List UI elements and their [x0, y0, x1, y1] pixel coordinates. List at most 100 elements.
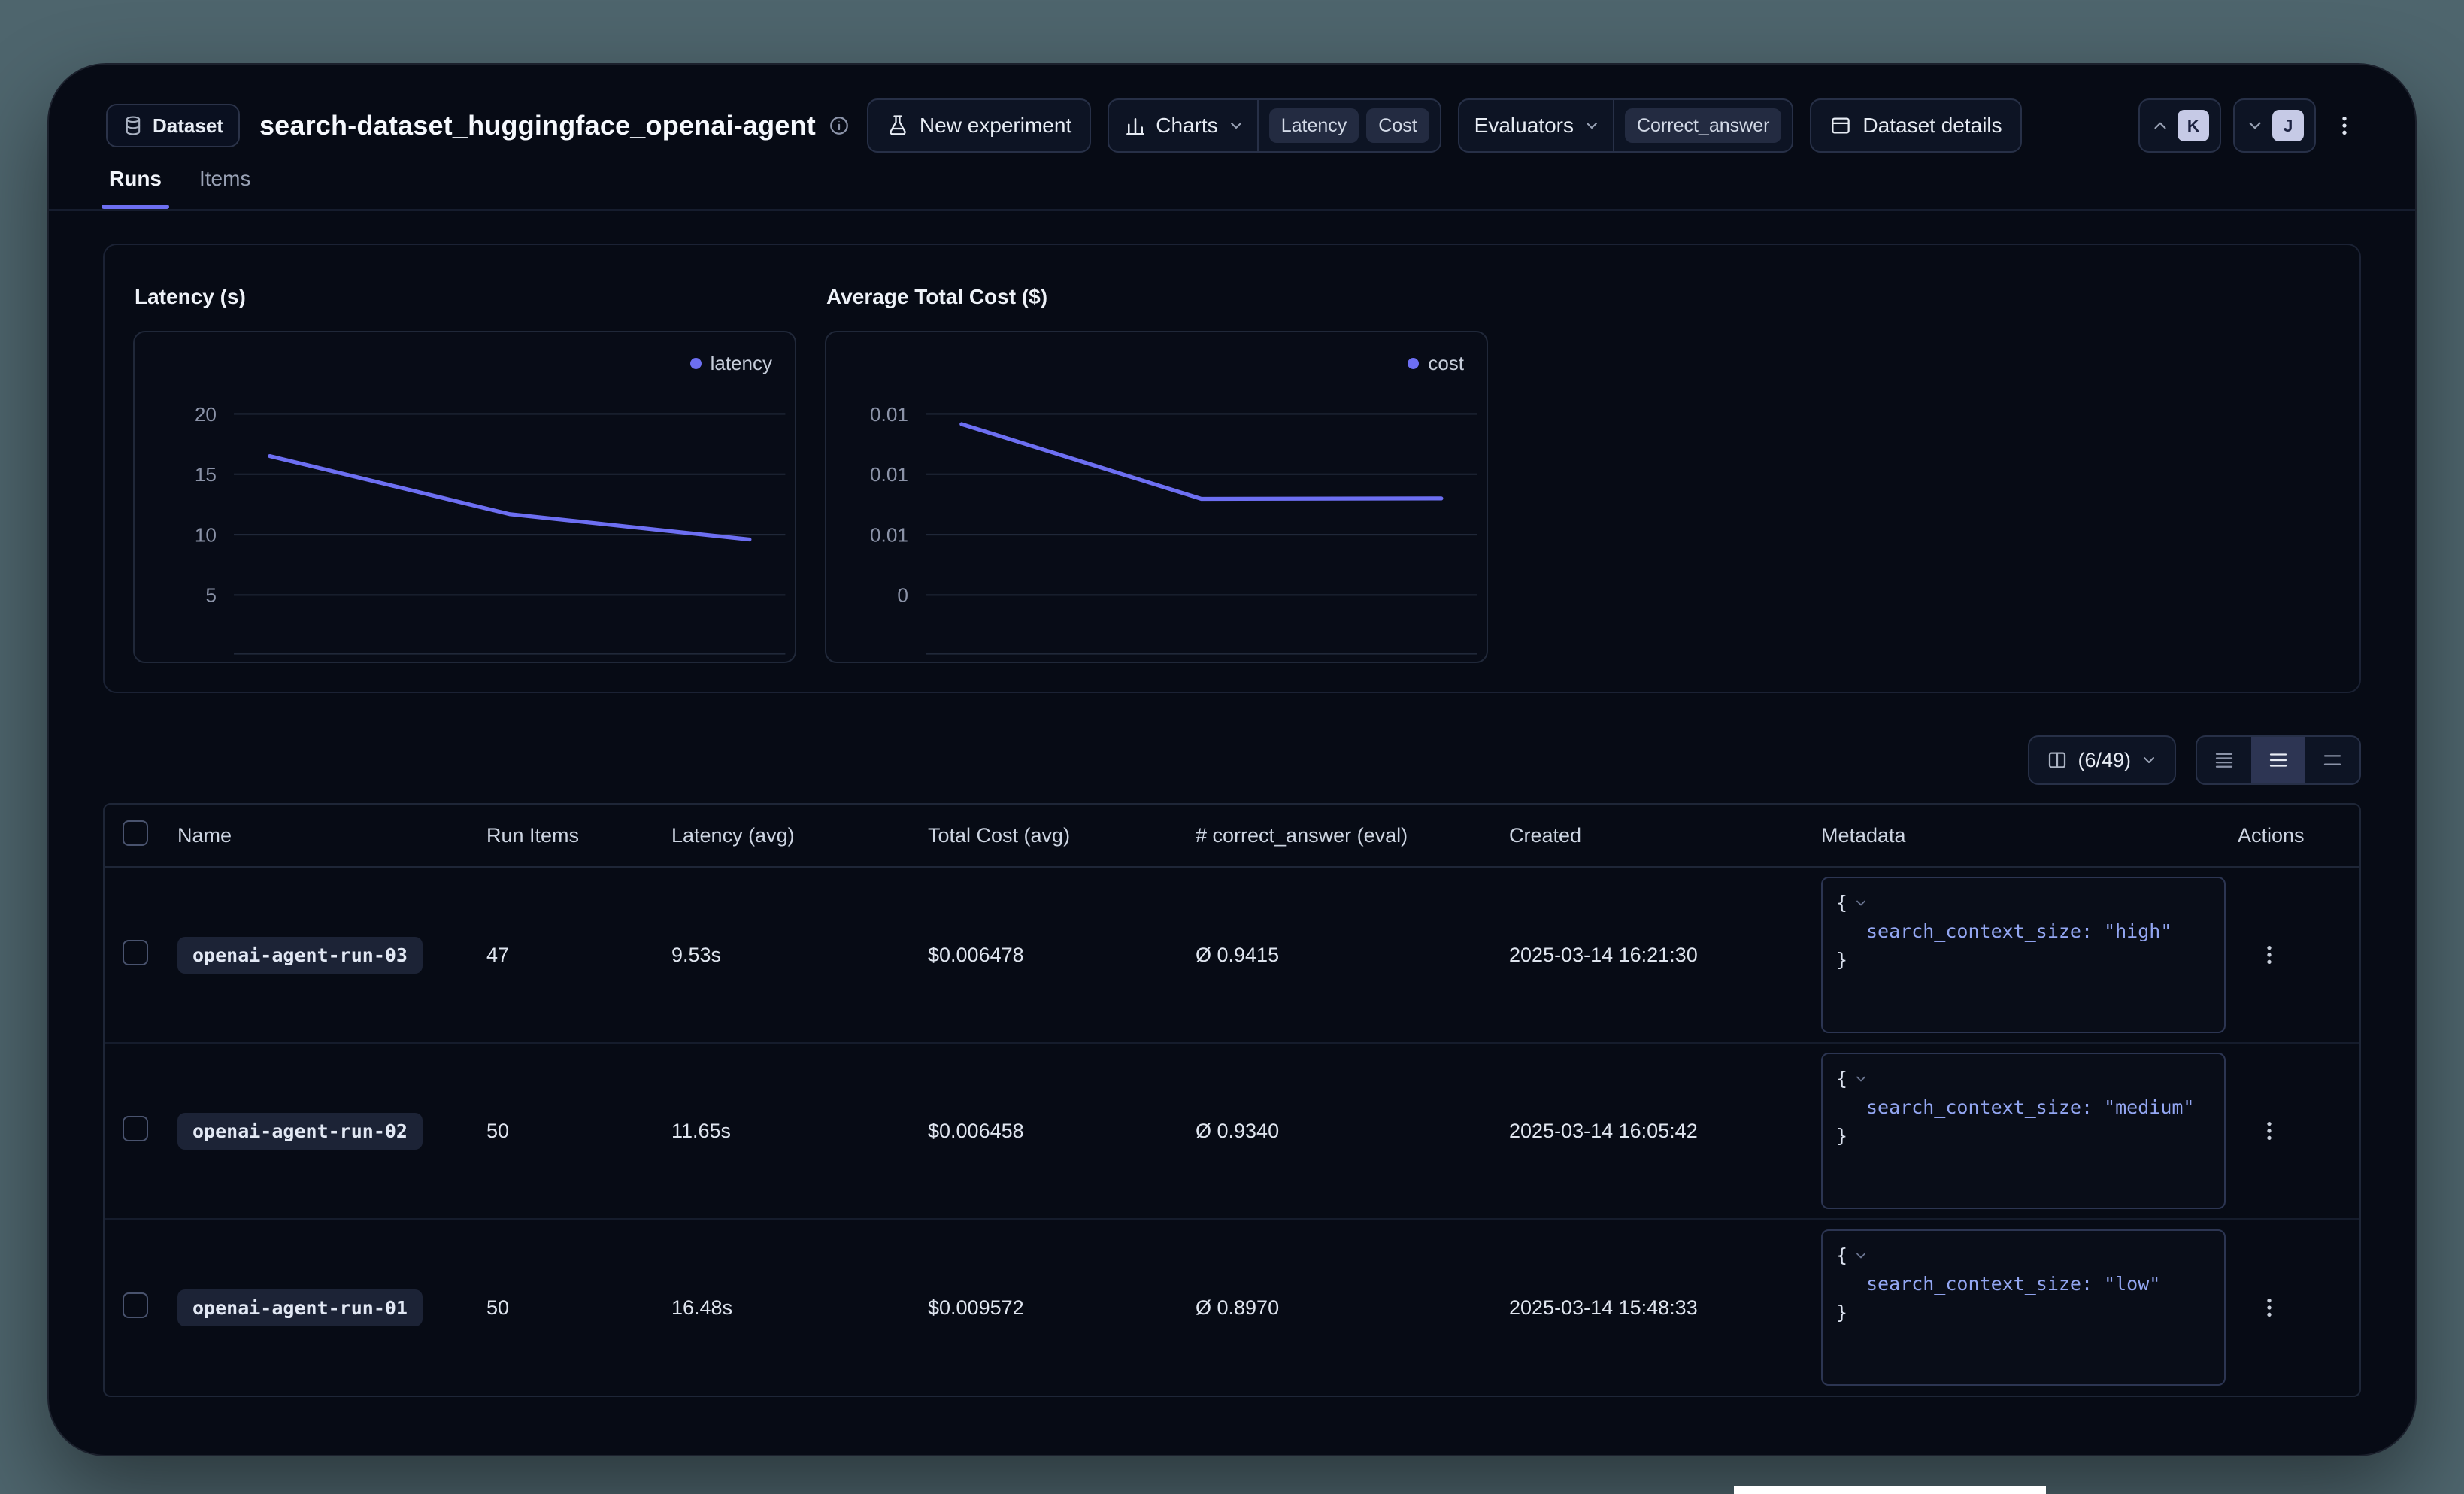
run-name-badge[interactable]: openai-agent-run-03 — [177, 937, 423, 974]
header-nav-group: K J — [2138, 98, 2361, 153]
run-name-badge[interactable]: openai-agent-run-01 — [177, 1289, 423, 1326]
svg-text:0.01: 0.01 — [870, 523, 908, 546]
correct-answer-cell: Ø 0.9340 — [1196, 1120, 1509, 1143]
divider — [49, 209, 2415, 211]
column-header-correct-answer: # correct_answer (eval) — [1196, 824, 1509, 847]
metadata-box[interactable]: { search_context_size: "medium" } — [1821, 1053, 2226, 1209]
column-header-run-items: Run Items — [486, 824, 671, 847]
table-row: openai-agent-run-03 47 9.53s $0.006478 Ø… — [105, 868, 2359, 1044]
evaluator-chip-correct-answer[interactable]: Correct_answer — [1625, 108, 1781, 143]
row-checkbox[interactable] — [123, 1116, 148, 1141]
row-height-tall-button[interactable] — [2305, 737, 2359, 783]
column-header-name: Name — [177, 824, 486, 847]
columns-icon — [2046, 749, 2068, 771]
chart-chip-cost[interactable]: Cost — [1366, 108, 1429, 143]
svg-text:10: 10 — [195, 523, 217, 546]
latency-cell: 9.53s — [671, 944, 928, 967]
cost-chart: 0.010.010.010 cost — [825, 331, 1488, 663]
cost-chart-plot: 0.010.010.010 — [826, 332, 1487, 662]
chevron-down-icon[interactable] — [1853, 1248, 1868, 1263]
charts-dropdown-button[interactable]: Charts — [1109, 100, 1256, 151]
metadata-box[interactable]: { search_context_size: "high" } — [1821, 877, 2226, 1033]
metadata-box[interactable]: { search_context_size: "low" } — [1821, 1229, 2226, 1386]
evaluators-control: Evaluators Correct_answer — [1458, 98, 1794, 153]
next-item-button[interactable]: J — [2233, 98, 2316, 153]
evaluators-dropdown-button[interactable]: Evaluators — [1459, 100, 1613, 151]
bar-chart-icon — [1124, 114, 1147, 137]
database-icon — [123, 115, 144, 136]
latency-chart: 2015105 latency — [133, 331, 796, 663]
cost-chart-section: Average Total Cost ($) 0.010.010.010 cos… — [825, 284, 1488, 647]
row-actions-button[interactable] — [2251, 937, 2287, 973]
charts-dropdown-label: Charts — [1156, 114, 1217, 138]
column-header-latency: Latency (avg) — [671, 824, 928, 847]
chevron-down-icon[interactable] — [1853, 895, 1868, 911]
cost-legend: cost — [1408, 352, 1464, 375]
new-experiment-label: New experiment — [920, 114, 1071, 138]
select-all-checkbox[interactable] — [123, 820, 148, 846]
metadata-close-brace: } — [1836, 946, 2211, 974]
chevron-up-icon — [2150, 116, 2170, 135]
row-checkbox[interactable] — [123, 940, 148, 965]
created-cell: 2025-03-14 16:21:30 — [1509, 944, 1821, 967]
chevron-down-icon[interactable] — [1853, 1071, 1868, 1086]
correct-answer-cell: Ø 0.9415 — [1196, 944, 1509, 967]
page-title: search-dataset_huggingface_openai-agent — [259, 110, 816, 141]
column-header-total-cost: Total Cost (avg) — [928, 824, 1196, 847]
info-icon[interactable] — [828, 114, 850, 137]
total-cost-cell: $0.006458 — [928, 1120, 1196, 1143]
correct-answer-cell: Ø 0.8970 — [1196, 1296, 1509, 1320]
metadata-open-brace: { — [1836, 889, 1847, 917]
table-row: openai-agent-run-01 50 16.48s $0.009572 … — [105, 1220, 2359, 1396]
dataset-type-badge: Dataset — [106, 104, 240, 147]
column-selector-count: (6/49) — [2078, 749, 2131, 772]
tab-items[interactable]: Items — [199, 167, 250, 209]
run-items-cell: 50 — [486, 1120, 671, 1143]
row-height-medium-button[interactable] — [2251, 737, 2305, 783]
chevron-down-icon — [1583, 117, 1601, 135]
cost-chart-title: Average Total Cost ($) — [826, 284, 1488, 310]
created-cell: 2025-03-14 15:48:33 — [1509, 1296, 1821, 1320]
svg-text:0.01: 0.01 — [870, 403, 908, 426]
metadata-content: search_context_size: "low" — [1836, 1270, 2211, 1299]
panel-icon — [1829, 114, 1852, 137]
column-header-created: Created — [1509, 824, 1821, 847]
metadata-open-brace: { — [1836, 1241, 1847, 1270]
header-menu-button[interactable] — [2328, 98, 2361, 153]
run-items-cell: 47 — [486, 944, 671, 967]
app-window: Dataset search-dataset_huggingface_opena… — [47, 63, 2417, 1456]
flask-icon — [886, 114, 909, 137]
runs-table: Name Run Items Latency (avg) Total Cost … — [103, 803, 2361, 1397]
svg-text:5: 5 — [205, 584, 217, 607]
dataset-details-button[interactable]: Dataset details — [1810, 98, 2021, 153]
metadata-content: search_context_size: "medium" — [1836, 1093, 2211, 1122]
row-actions-button[interactable] — [2251, 1113, 2287, 1149]
dataset-badge-label: Dataset — [153, 114, 223, 138]
chevron-down-icon — [2245, 116, 2265, 135]
row-checkbox[interactable] — [123, 1292, 148, 1318]
row-actions-button[interactable] — [2251, 1289, 2287, 1326]
metadata-content: search_context_size: "high" — [1836, 917, 2211, 946]
latency-cell: 11.65s — [671, 1120, 928, 1143]
header-bar: Dataset search-dataset_huggingface_opena… — [49, 65, 2415, 153]
latency-chart-section: Latency (s) 2015105 latency — [133, 284, 796, 647]
tab-runs[interactable]: Runs — [109, 167, 162, 209]
chart-chip-latency[interactable]: Latency — [1269, 108, 1359, 143]
prev-item-button[interactable]: K — [2138, 98, 2221, 153]
table-header-row: Name Run Items Latency (avg) Total Cost … — [105, 805, 2359, 868]
row-height-compact-button[interactable] — [2197, 737, 2251, 783]
chevron-down-icon — [1227, 117, 1245, 135]
keycap-j: J — [2272, 110, 2304, 141]
svg-text:0: 0 — [897, 584, 908, 607]
desktop: { "colors": { "accent": "#6d6ff2", "wind… — [0, 0, 2464, 1494]
row-height-toggle — [2196, 735, 2361, 785]
latency-cell: 16.48s — [671, 1296, 928, 1320]
legend-label: latency — [711, 352, 772, 375]
run-name-badge[interactable]: openai-agent-run-02 — [177, 1113, 423, 1150]
new-experiment-button[interactable]: New experiment — [867, 98, 1091, 153]
legend-dot — [690, 358, 702, 369]
metadata-open-brace: { — [1836, 1065, 1847, 1093]
metadata-close-brace: } — [1836, 1299, 2211, 1327]
tab-bar: Runs Items — [49, 167, 2415, 209]
column-selector-button[interactable]: (6/49) — [2028, 735, 2176, 785]
